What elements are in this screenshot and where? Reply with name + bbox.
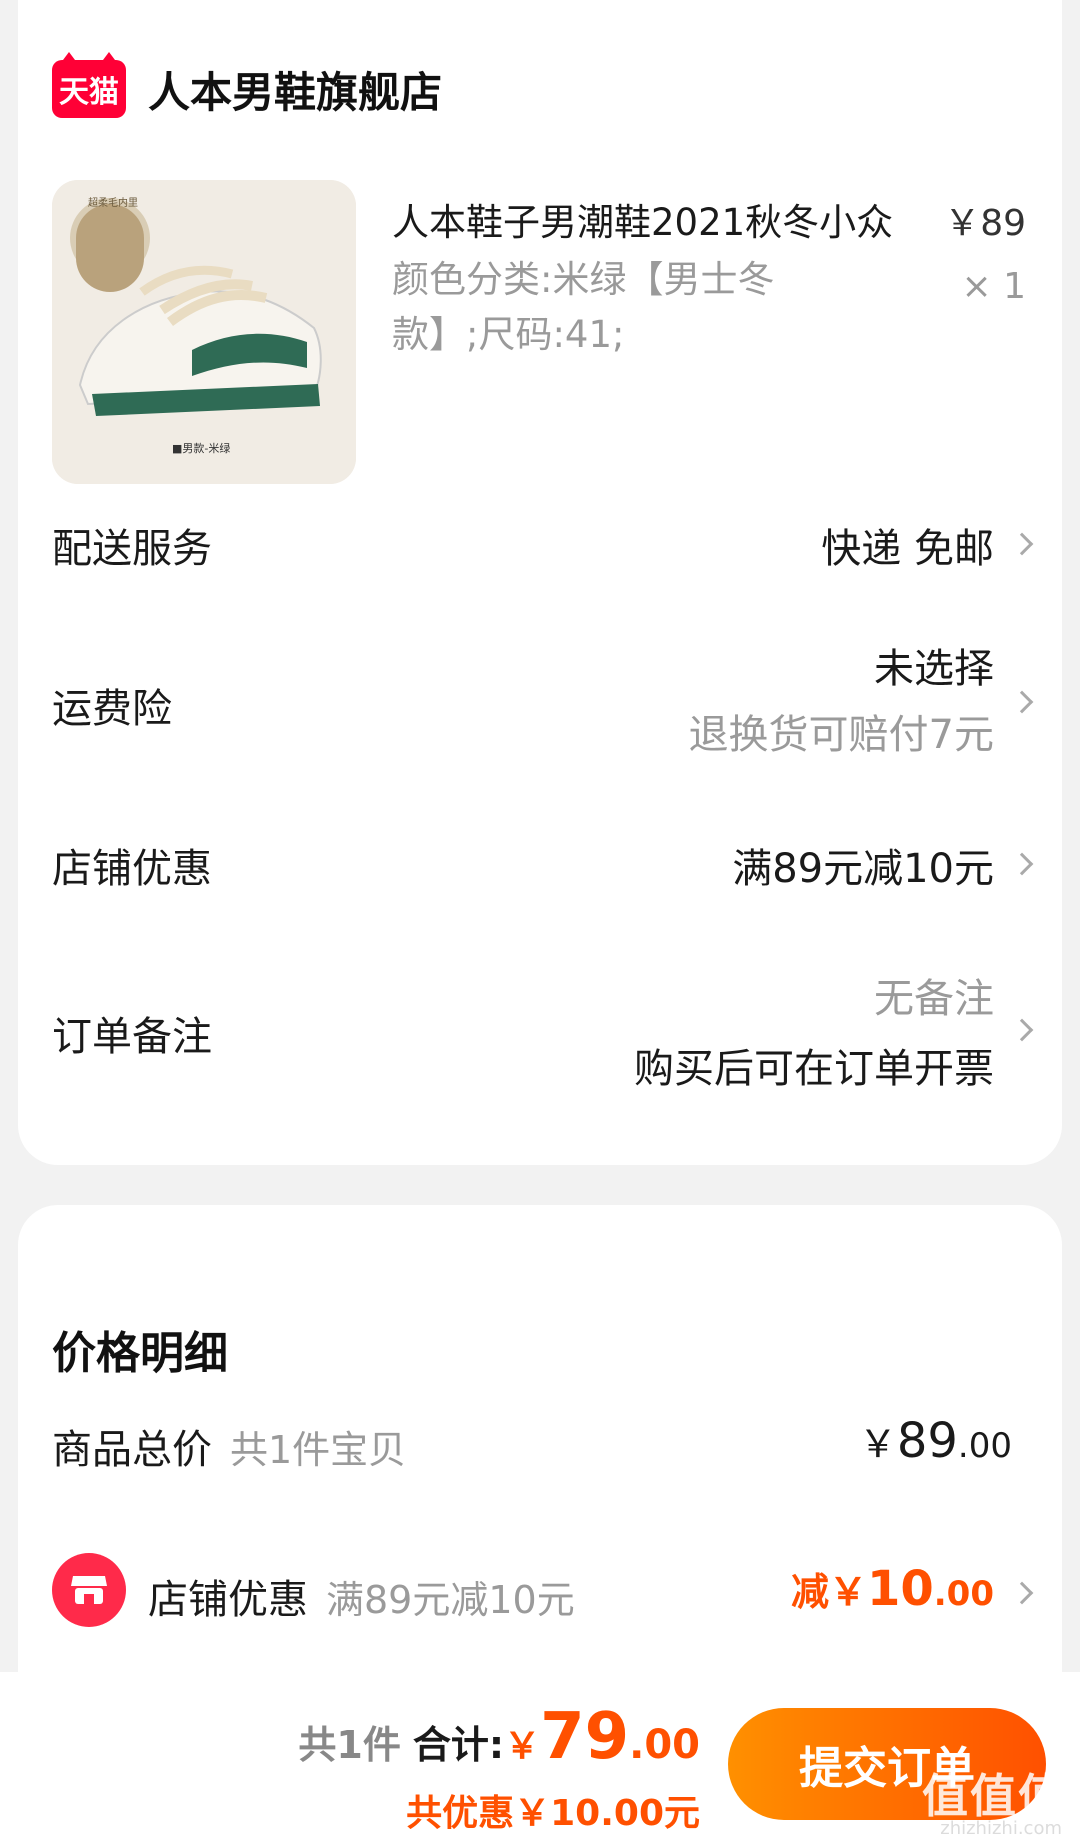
store-discount-detail-row: 店铺优惠 满89元减10元 xyxy=(148,1567,575,1625)
total-int: 79 xyxy=(540,1700,630,1774)
insurance-label: 运费险 xyxy=(52,686,172,732)
chevron-right-icon xyxy=(1010,532,1034,556)
discount-int: 10 xyxy=(866,1561,934,1617)
watermark: 值值值 xyxy=(922,1769,1066,1823)
total-dec: .00 xyxy=(629,1722,700,1768)
chevron-right-icon xyxy=(1010,690,1034,714)
goods-total-dec: .00 xyxy=(957,1426,1012,1466)
chevron-right-icon xyxy=(1010,1018,1034,1042)
store-discount-detail-value[interactable]: 减￥10.00 xyxy=(791,1561,994,1617)
store-name[interactable]: 人本男鞋旗舰店 xyxy=(148,59,442,120)
image-caption: ■男款-米绿 xyxy=(172,441,230,455)
total-yuan: ￥ xyxy=(504,1726,541,1767)
delivery-service-row[interactable]: 配送服务 快递 免邮 xyxy=(18,516,1062,576)
goods-total-note: 共1件宝贝 xyxy=(230,1428,407,1472)
order-total: 共1件 合计:￥79.00 xyxy=(298,1700,700,1774)
order-note-row[interactable]: 订单备注 无备注 购买后可在订单开票 xyxy=(18,964,1062,1096)
order-note-label: 订单备注 xyxy=(52,1014,212,1060)
insurance-value: 未选择 xyxy=(874,646,994,692)
order-note-sub: 购买后可在订单开票 xyxy=(634,1046,994,1092)
insurance-sub: 退换货可赔付7元 xyxy=(688,712,994,758)
goods-total-yuan: ￥ xyxy=(858,1422,897,1466)
goods-total-value: ￥89.00 xyxy=(859,1413,1012,1469)
tmall-logo-text: 天猫 xyxy=(59,75,119,110)
goods-total-row: 商品总价 共1件宝贝 xyxy=(52,1417,406,1475)
product-price: ￥89 xyxy=(944,203,1026,244)
product-quantity: × 1 xyxy=(961,266,1026,307)
goods-total-int: 89 xyxy=(896,1413,958,1469)
discount-dec: .00 xyxy=(933,1574,994,1614)
store-discount-label: 店铺优惠 xyxy=(52,846,212,892)
store-discount-row[interactable]: 店铺优惠 满89元减10元 xyxy=(18,836,1062,896)
delivery-value: 快递 免邮 xyxy=(821,526,994,572)
store-discount-detail-label: 店铺优惠 xyxy=(148,1577,308,1623)
sneaker-icon: ■男款-米绿 超柔毛内里 xyxy=(52,180,356,484)
product-image[interactable]: ■男款-米绿 超柔毛内里 xyxy=(52,180,356,484)
tmall-logo-icon: 天猫 xyxy=(52,52,126,118)
order-note-value: 无备注 xyxy=(874,976,994,1022)
delivery-label: 配送服务 xyxy=(52,526,212,572)
store-discount-value: 满89元减10元 xyxy=(732,846,994,892)
checkout-bar: 共1件 合计:￥79.00 共优惠￥10.00元 提交订单 xyxy=(0,1672,1080,1844)
store-header[interactable]: 天猫 人本男鞋旗舰店 xyxy=(52,52,442,120)
chevron-right-icon xyxy=(1010,852,1034,876)
shipping-insurance-row[interactable]: 运费险 未选择 退换货可赔付7元 xyxy=(18,636,1062,766)
store-discount-detail-note: 满89元减10元 xyxy=(326,1578,575,1622)
product-sku[interactable]: 颜色分类:米绿【男士冬款】;尺码:41; xyxy=(392,252,832,362)
goods-total-label: 商品总价 xyxy=(52,1427,212,1473)
image-badge: 超柔毛内里 xyxy=(88,196,138,209)
price-detail-title: 价格明细 xyxy=(52,1328,228,1379)
total-saving: 共优惠￥10.00元 xyxy=(406,1793,700,1834)
chevron-right-icon[interactable] xyxy=(1010,1581,1034,1605)
total-label: 合计: xyxy=(412,1723,505,1767)
product-title[interactable]: 人本鞋子男潮鞋2021秋冬小众 xyxy=(392,192,893,246)
discount-prefix: 减￥ xyxy=(790,1570,867,1614)
watermark-url: zhizhizhi.com xyxy=(940,1818,1062,1839)
store-icon xyxy=(52,1553,126,1627)
item-count: 共1件 xyxy=(298,1723,401,1767)
order-card: 天猫 人本男鞋旗舰店 ■男款-米绿 超柔毛内里 人本鞋子男潮鞋2021秋冬小众 … xyxy=(18,0,1062,1165)
